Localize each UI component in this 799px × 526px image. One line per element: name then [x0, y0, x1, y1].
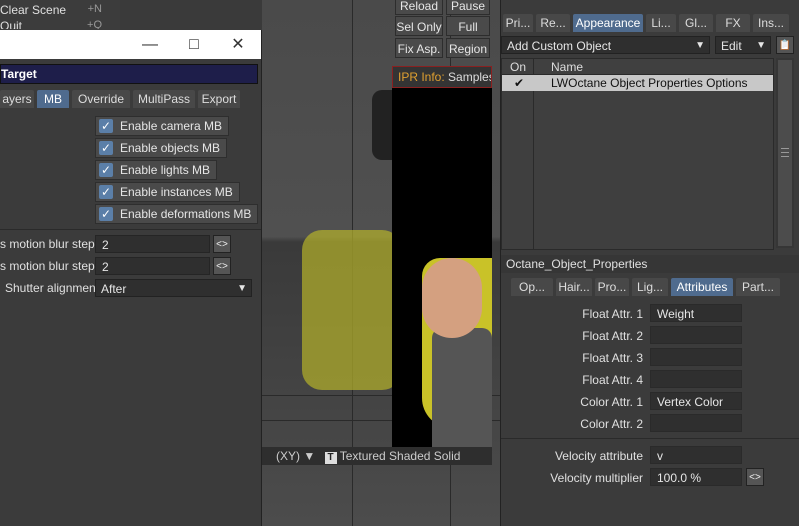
float-attr-2-field[interactable] — [650, 326, 742, 344]
fix-aspect-button[interactable]: Fix Asp. — [395, 38, 443, 58]
float-attr-1-label: Float Attr. 1 — [582, 307, 643, 321]
divider — [0, 229, 261, 230]
color-attr-1-field[interactable]: Vertex Color — [650, 392, 742, 410]
checkmark-icon: ✓ — [99, 207, 113, 221]
float-attr-3-field[interactable] — [650, 348, 742, 366]
viewport-status-bar: (XY) ▼ T Textured Shaded Solid — [262, 447, 492, 465]
target-title: Target — [0, 64, 258, 84]
sel-only-button[interactable]: Sel Only — [395, 16, 443, 36]
column-on-header: On — [510, 60, 527, 74]
section-title: Octane_Object_Properties — [501, 255, 799, 273]
checkmark-icon: ✓ — [99, 163, 113, 177]
float-attr-2-label: Float Attr. 2 — [582, 329, 643, 343]
ipr-info-bar: IPR Info: Samples: — [392, 66, 492, 88]
motion-blur-steps-label: s motion blur steps — [0, 237, 101, 251]
tab-primitive[interactable]: Pri... — [503, 14, 533, 32]
minimize-icon[interactable]: — — [128, 30, 172, 59]
render-hand — [422, 258, 482, 338]
scrollbar-thumb[interactable] — [778, 60, 792, 246]
velocity-attribute-field[interactable]: v — [650, 446, 742, 464]
float-attr-3-label: Float Attr. 3 — [582, 351, 643, 365]
float-attr-4-label: Float Attr. 4 — [582, 373, 643, 387]
menu-item-quit[interactable]: Quit +Q — [0, 19, 120, 29]
tab-fx[interactable]: FX — [716, 14, 750, 32]
stepper-icon[interactable]: <> — [213, 235, 231, 253]
edit-select[interactable]: Edit ▼ — [715, 36, 771, 54]
velocity-multiplier-field[interactable]: 100.0 % — [650, 468, 742, 486]
view-select[interactable]: (XY) ▼ — [276, 449, 315, 463]
tab-appearance[interactable]: Appearance — [573, 14, 643, 32]
region-button[interactable]: Region — [446, 38, 490, 58]
chevron-down-icon: ▼ — [695, 40, 705, 51]
color-attr-1-label: Color Attr. 1 — [580, 395, 643, 409]
tab-lights[interactable]: Li... — [646, 14, 676, 32]
full-update-button[interactable]: Full Upd. — [446, 16, 490, 54]
column-name-header: Name — [551, 60, 584, 74]
add-custom-object-select[interactable]: Add Custom Object ▼ — [501, 36, 710, 54]
tab-export[interactable]: Export — [198, 90, 240, 108]
checkmark-icon: ✓ — [99, 141, 113, 155]
enable-instances-mb-checkbox[interactable]: ✓ Enable instances MB — [95, 182, 240, 202]
float-attr-4-field[interactable] — [650, 370, 742, 388]
checkmark-icon: ✓ — [99, 119, 113, 133]
textured-mode-icon: T — [324, 452, 337, 464]
view-mode-label[interactable]: Textured Shaded Solid — [340, 449, 461, 463]
tab-layers[interactable]: ayers — [0, 90, 34, 108]
tab-multipass[interactable]: MultiPass — [133, 90, 195, 108]
shutter-alignment-label: Shutter alignment — [5, 281, 100, 295]
float-attr-1-field[interactable]: Weight — [650, 304, 742, 322]
chevron-down-icon: ▼ — [756, 40, 766, 51]
tab-properties[interactable]: Pro... — [595, 278, 629, 296]
close-icon[interactable]: ✕ — [216, 30, 260, 59]
enable-lights-mb-checkbox[interactable]: ✓ Enable lights MB — [95, 160, 218, 180]
motion-blur-steps-label: s motion blur steps — [0, 259, 101, 273]
render-figure — [432, 328, 492, 458]
tab-render[interactable]: Re... — [536, 14, 570, 32]
tab-options[interactable]: Op... — [511, 278, 553, 296]
tab-attributes[interactable]: Attributes — [671, 278, 733, 296]
tab-particles[interactable]: Part... — [736, 278, 780, 296]
velocity-multiplier-label: Velocity multiplier — [550, 471, 643, 485]
pause-button[interactable]: Pause — [446, 0, 490, 15]
tab-instances[interactable]: Ins... — [753, 14, 789, 32]
menu-item-clear-scene[interactable]: Clear Scene +N — [0, 3, 120, 18]
enable-objects-mb-checkbox[interactable]: ✓ Enable objects MB — [95, 138, 228, 158]
divider — [501, 438, 799, 439]
velocity-attribute-label: Velocity attribute — [554, 449, 643, 463]
enable-camera-mb-checkbox[interactable]: ✓ Enable camera MB — [95, 116, 230, 136]
tab-hair[interactable]: Hair... — [556, 278, 592, 296]
stepper-icon[interactable]: <> — [213, 257, 231, 275]
figure-shape — [302, 230, 402, 390]
motion-blur-steps-field[interactable]: 2 — [95, 257, 210, 275]
ipr-render-view[interactable] — [392, 88, 492, 458]
checkmark-icon: ✓ — [99, 185, 113, 199]
chevron-down-icon: ▼ — [237, 283, 247, 294]
file-menu: Clear Scene +N Quit +Q — [0, 0, 120, 30]
clipboard-icon[interactable]: 📋 — [776, 36, 794, 54]
tab-light[interactable]: Lig... — [632, 278, 668, 296]
list-header: On Name — [502, 59, 773, 75]
list-item[interactable]: ✔ LWOctane Object Properties Options — [502, 75, 773, 91]
enable-deformations-mb-checkbox[interactable]: ✓ Enable deformations MB — [95, 204, 259, 224]
tab-override[interactable]: Override — [72, 90, 130, 108]
stepper-icon[interactable]: <> — [746, 468, 764, 486]
window-titlebar[interactable]: — □ ✕ — [0, 30, 261, 59]
color-attr-2-label: Color Attr. 2 — [580, 417, 643, 431]
list-scrollbar[interactable] — [776, 58, 794, 248]
color-attr-2-field[interactable] — [650, 414, 742, 432]
shutter-alignment-select[interactable]: After ▼ — [95, 279, 252, 297]
motion-blur-steps-field[interactable]: 2 — [95, 235, 210, 253]
maximize-icon[interactable]: □ — [172, 30, 216, 59]
reload-button[interactable]: Reload — [395, 0, 443, 15]
checkmark-icon[interactable]: ✔ — [514, 76, 524, 90]
custom-object-list[interactable]: On Name ✔ LWOctane Object Properties Opt… — [501, 58, 774, 250]
tab-mb[interactable]: MB — [37, 90, 69, 108]
tab-global[interactable]: Gl... — [679, 14, 713, 32]
